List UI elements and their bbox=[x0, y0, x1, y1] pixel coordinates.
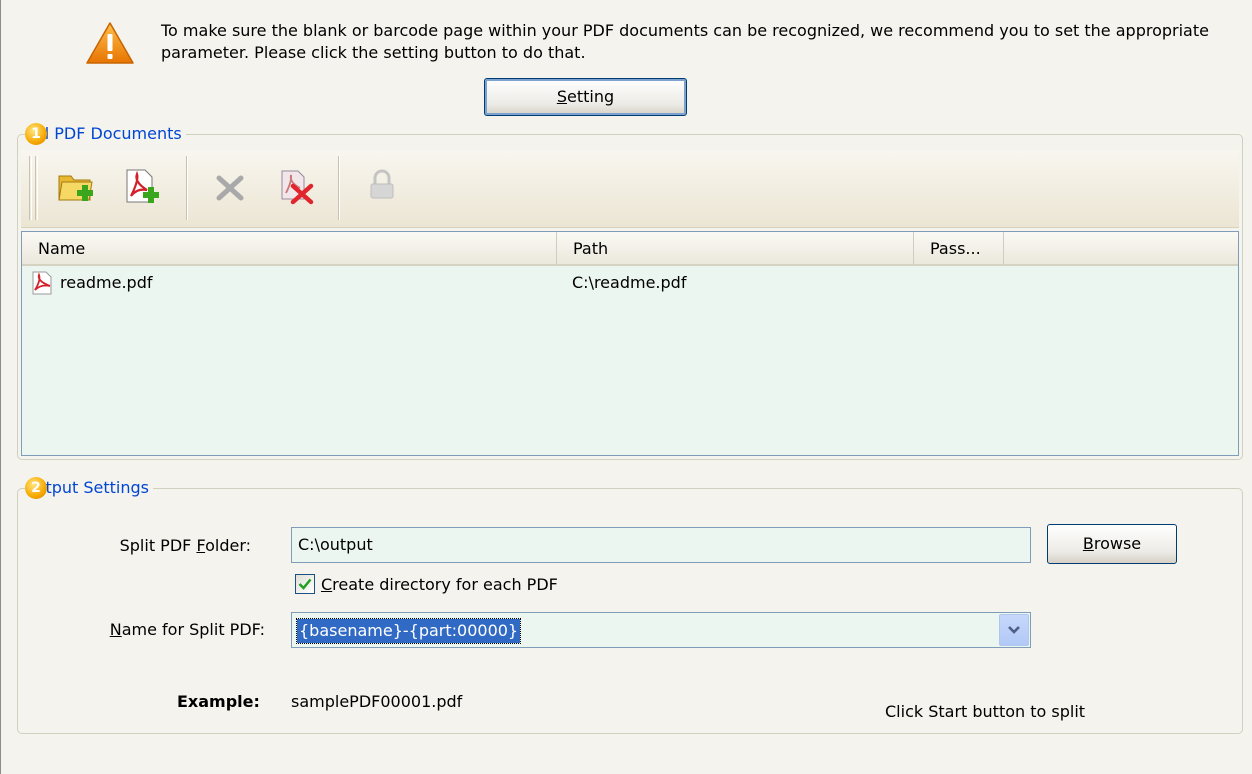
lock-icon bbox=[370, 169, 394, 199]
pdf-file-icon bbox=[32, 271, 52, 295]
row-path: C:\readme.pdf bbox=[572, 273, 687, 292]
column-header-name[interactable]: Name bbox=[22, 232, 557, 264]
step-1-badge: 1 bbox=[25, 123, 47, 145]
pdf-add-icon bbox=[126, 169, 159, 203]
create-directory-label[interactable]: Create directory for each PDF bbox=[321, 574, 558, 596]
folder-add-icon bbox=[58, 175, 93, 201]
remove-all-button[interactable] bbox=[273, 164, 319, 210]
step-2-badge: 2 bbox=[25, 477, 47, 499]
split-folder-input[interactable]: C:\output bbox=[291, 527, 1031, 563]
list-header: Name Path Pass... bbox=[22, 232, 1238, 266]
create-directory-checkbox[interactable] bbox=[295, 574, 315, 594]
toolbar-grip[interactable] bbox=[29, 156, 32, 220]
unlock-button[interactable] bbox=[359, 164, 405, 210]
split-name-value[interactable]: {basename}-{part:00000} bbox=[295, 618, 522, 644]
split-name-label: Name for Split PDF: bbox=[109, 620, 265, 639]
add-pdf-button[interactable] bbox=[119, 164, 165, 210]
checkmark-icon bbox=[298, 578, 312, 590]
remove-x-icon bbox=[216, 175, 244, 201]
toolbar-grip[interactable] bbox=[35, 156, 38, 220]
add-folder-button[interactable] bbox=[53, 164, 99, 210]
table-row[interactable]: readme.pdf C:\readme.pdf bbox=[22, 268, 1238, 298]
column-header-path[interactable]: Path bbox=[557, 232, 914, 264]
toolbar-separator bbox=[338, 156, 340, 220]
dropdown-button[interactable] bbox=[999, 614, 1029, 646]
column-header-password[interactable]: Pass... bbox=[914, 232, 1004, 264]
row-name: readme.pdf bbox=[60, 273, 153, 292]
remove-all-icon bbox=[281, 170, 314, 205]
chevron-down-icon bbox=[1008, 626, 1020, 634]
notice-text: To make sure the blank or barcode page w… bbox=[161, 21, 1209, 62]
split-name-select[interactable]: {basename}-{part:00000} bbox=[291, 612, 1031, 648]
start-hint: Click Start button to split bbox=[885, 702, 1086, 721]
setting-button[interactable]: Setting bbox=[484, 78, 687, 116]
example-value: samplePDF00001.pdf bbox=[291, 692, 463, 711]
toolbar-separator bbox=[186, 156, 188, 220]
example-label: Example: bbox=[177, 692, 260, 711]
browse-button[interactable]: Browse bbox=[1047, 524, 1177, 564]
add-documents-legend: d PDF Documents bbox=[27, 124, 186, 144]
main-window: To make sure the blank or barcode page w… bbox=[0, 0, 1252, 774]
remove-button[interactable] bbox=[207, 164, 253, 210]
warning-icon bbox=[86, 22, 134, 64]
documents-list[interactable]: Name Path Pass... readme.pdf C:\readme.p… bbox=[21, 231, 1239, 456]
split-folder-label: Split PDF Folder: bbox=[119, 536, 251, 555]
documents-toolbar bbox=[21, 150, 1239, 228]
